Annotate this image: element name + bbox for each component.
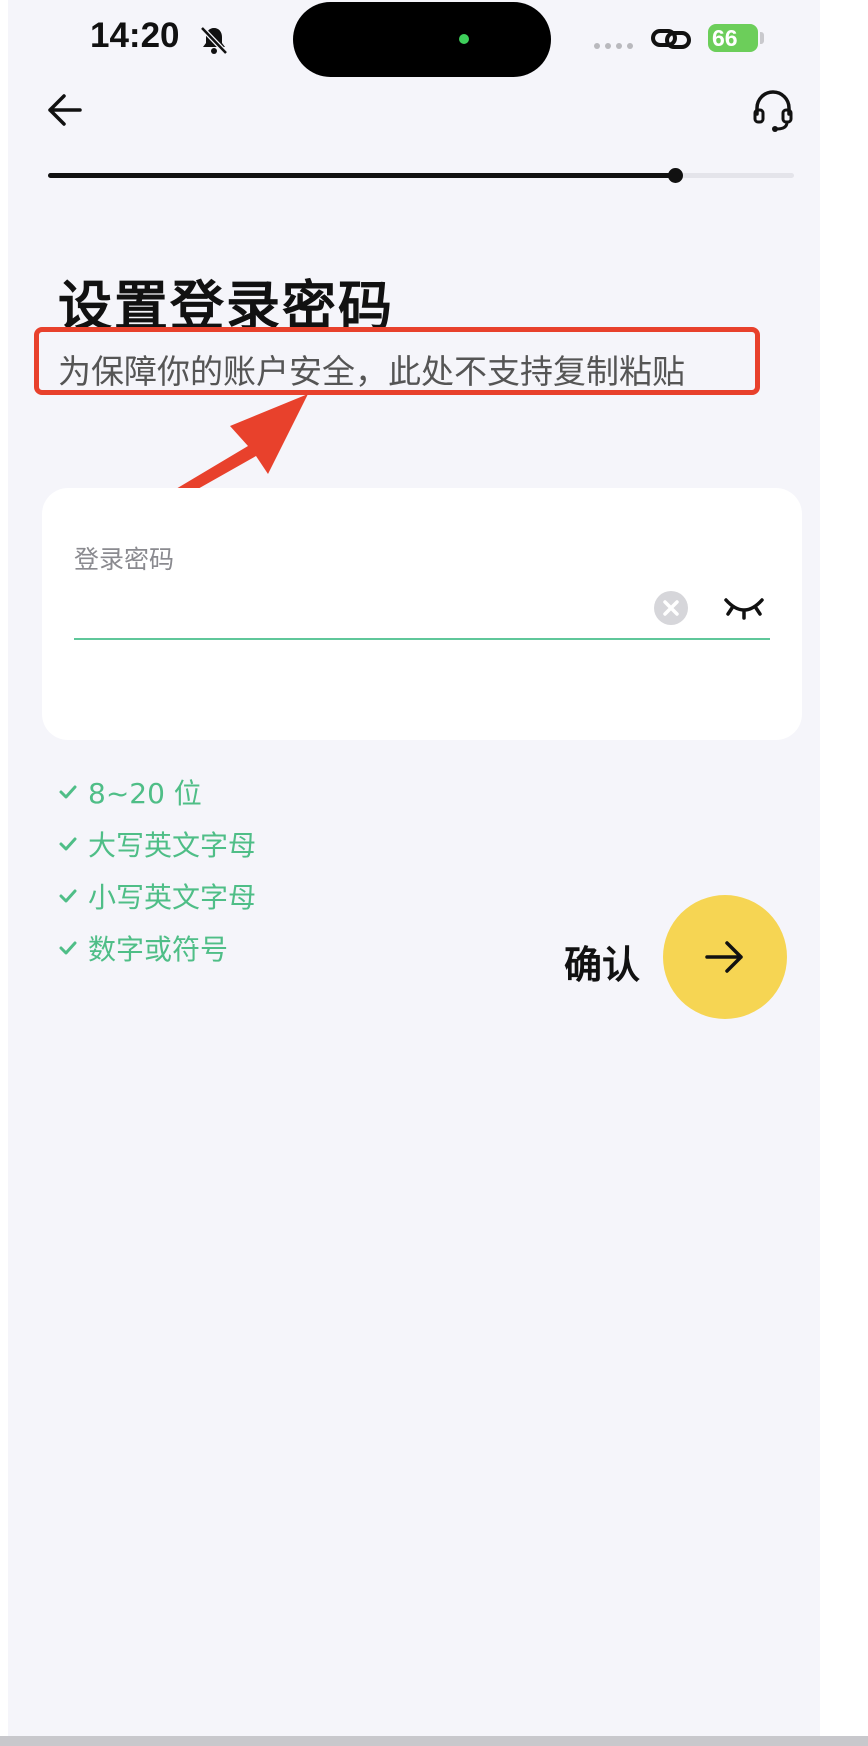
confirm-label[interactable]: 确认 xyxy=(564,934,640,989)
rule-text: 大写英文字母 xyxy=(88,829,257,862)
camera-indicator-icon xyxy=(459,34,469,44)
rule-text: 8~20 位 xyxy=(88,777,202,810)
password-label: 登录密码 xyxy=(74,545,175,574)
check-icon xyxy=(59,889,77,903)
confirm-button[interactable] xyxy=(663,895,787,1019)
signal-icon xyxy=(594,43,633,49)
rule-text: 数字或符号 xyxy=(88,933,229,966)
password-rules: 8~20 位 大写英文字母 小写英文字母 数字或符号 xyxy=(58,766,256,974)
rule-item: 大写英文字母 xyxy=(58,818,256,870)
clear-icon[interactable] xyxy=(654,591,688,625)
link-icon xyxy=(651,29,691,49)
rule-item: 小写英文字母 xyxy=(58,870,256,922)
check-icon xyxy=(59,837,77,851)
dynamic-island xyxy=(293,2,551,77)
rule-text: 小写英文字母 xyxy=(88,881,257,914)
status-time: 14:20 xyxy=(90,16,180,55)
headset-icon[interactable] xyxy=(750,88,796,134)
progress-knob xyxy=(668,168,683,183)
check-icon xyxy=(59,785,77,799)
eye-closed-icon[interactable] xyxy=(722,590,766,624)
battery-cap xyxy=(760,32,764,44)
rule-item: 数字或符号 xyxy=(58,922,256,974)
app-screen: 14:20 66 设置登录密码 为保障你的账户安全，此处不支持复制粘贴 登录密码 xyxy=(8,0,820,1736)
progress-fill xyxy=(48,173,675,178)
back-arrow-icon[interactable] xyxy=(44,90,84,130)
password-input[interactable] xyxy=(74,586,638,632)
rule-item: 8~20 位 xyxy=(58,766,256,818)
password-underline xyxy=(74,638,770,640)
check-icon xyxy=(59,941,77,955)
battery-level: 66 xyxy=(708,24,758,52)
bell-slash-icon xyxy=(200,26,228,55)
window-bottom-edge xyxy=(0,1736,868,1746)
arrow-right-icon xyxy=(705,941,743,973)
